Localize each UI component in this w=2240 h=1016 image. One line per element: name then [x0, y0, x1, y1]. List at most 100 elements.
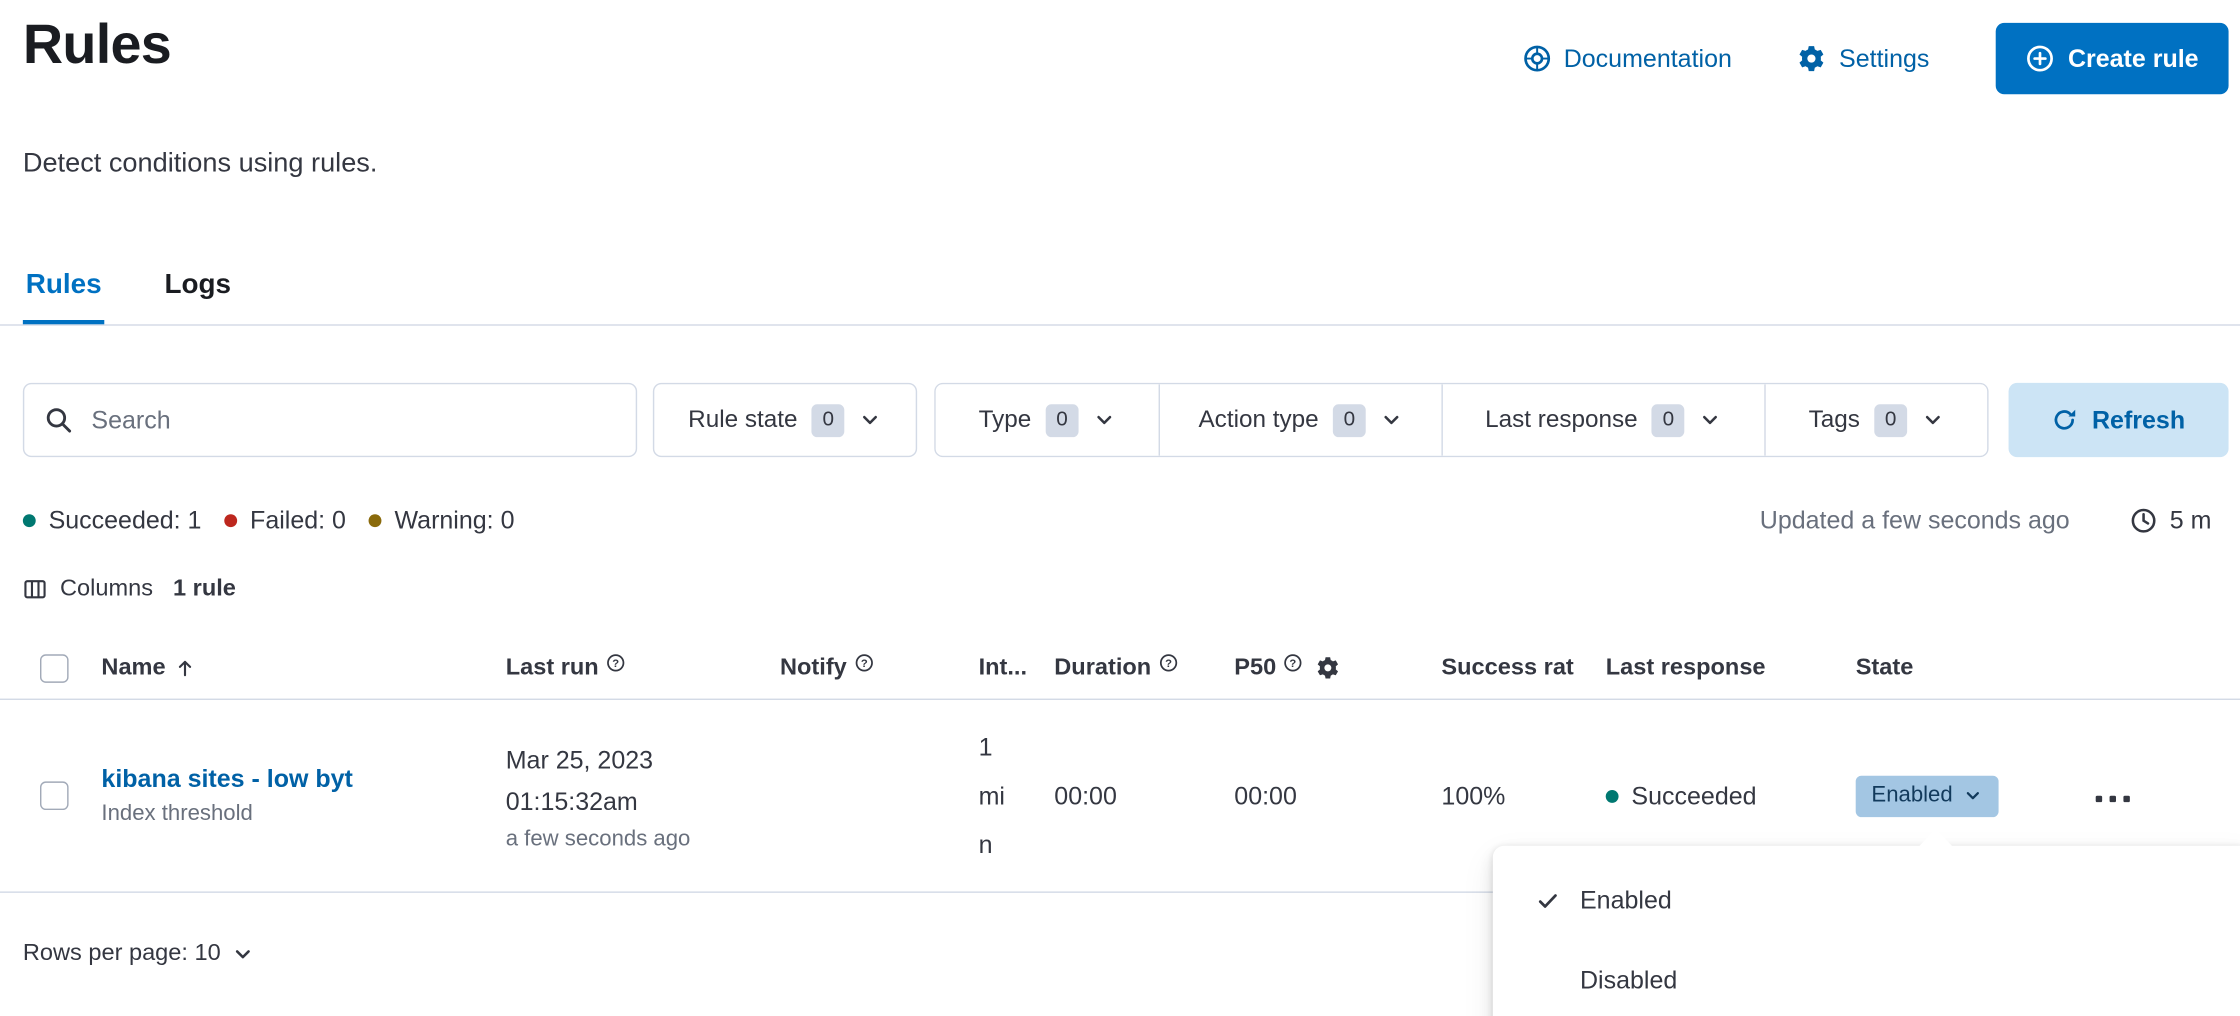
last-run-time: 01:15:32am [506, 781, 765, 822]
chevron-down-icon [1963, 786, 1983, 806]
gear-icon [1798, 44, 1827, 73]
column-header-success-rate[interactable]: Success rat [1426, 654, 1590, 681]
search-icon [44, 406, 73, 435]
filter-action-type[interactable]: Action type 0 [1159, 384, 1442, 455]
status-failed: Failed: 0 [224, 506, 346, 536]
column-header-name-label: Name [101, 654, 165, 681]
create-rule-label: Create rule [2068, 44, 2199, 74]
refresh-interval-button[interactable]: 5 m [2130, 506, 2212, 536]
filter-last-response[interactable]: Last response 0 [1441, 384, 1764, 455]
columns-label: Columns [60, 576, 153, 603]
success-rate-cell: 100% [1426, 781, 1590, 811]
sort-ascending-icon [174, 657, 195, 678]
column-header-interval-label: Int... [979, 654, 1027, 681]
name-cell: kibana sites - low byt Index threshold [86, 764, 490, 827]
columns-button[interactable]: Columns [23, 576, 153, 603]
column-header-interval[interactable]: Int... [963, 654, 1039, 681]
success-dot-icon [1606, 789, 1619, 802]
column-header-last-response[interactable]: Last response [1590, 654, 1840, 681]
interval-value: 1 min [979, 723, 1016, 869]
row-actions-button[interactable] [2094, 786, 2131, 810]
column-header-duration[interactable]: Duration [1039, 654, 1219, 681]
tab-rules[interactable]: Rules [23, 254, 105, 324]
gear-icon[interactable] [1316, 656, 1340, 680]
state-menu-item-disabled[interactable]: Disabled [1493, 940, 2240, 1016]
last-run-relative: a few seconds ago [506, 826, 765, 852]
refresh-icon [2052, 407, 2078, 433]
row-actions-cell [2041, 781, 2240, 811]
check-icon [1536, 888, 1560, 912]
row-checkbox[interactable] [40, 781, 69, 810]
chevron-down-icon [1093, 409, 1116, 432]
filter-type-count: 0 [1046, 404, 1079, 437]
page-title: Rules [23, 11, 171, 81]
column-header-success-rate-label: Success rat [1441, 654, 1573, 681]
tabs: Rules Logs [0, 254, 2240, 325]
p50-cell: 00:00 [1219, 781, 1426, 811]
page-subtitle: Detect conditions using rules. [23, 149, 378, 180]
create-rule-button[interactable]: Create rule [1995, 23, 2228, 94]
filter-group: Type 0 Action type 0 Last response 0 Tag… [934, 383, 1988, 457]
chevron-down-icon [1380, 409, 1403, 432]
question-in-circle-icon[interactable] [1158, 652, 1178, 672]
filter-rule-state-count: 0 [812, 404, 845, 437]
question-in-circle-icon[interactable] [1283, 652, 1303, 672]
rows-per-page-label: Rows per page: 10 [23, 940, 221, 967]
status-right: Updated a few seconds ago 5 m [1760, 506, 2212, 536]
question-in-circle-icon[interactable] [606, 652, 626, 672]
search-input[interactable] [91, 405, 615, 435]
chevron-down-icon [859, 409, 882, 432]
column-header-state-label: State [1856, 654, 1914, 681]
duration-cell: 00:00 [1039, 781, 1219, 811]
table-header-row: Name Last run Notify Int... Duration P50 [0, 637, 2240, 700]
state-menu-popover: Enabled Disabled [1493, 846, 2240, 1016]
state-cell: Enabled [1840, 775, 2041, 816]
filter-bar: Rule state 0 Type 0 Action type 0 Last r… [23, 383, 2229, 457]
tab-logs[interactable]: Logs [162, 254, 234, 324]
state-menu-item-enabled[interactable]: Enabled [1493, 860, 2240, 940]
column-header-name[interactable]: Name [86, 654, 490, 681]
boxes-horizontal-icon [2094, 787, 2131, 810]
filter-tags-label: Tags [1809, 406, 1860, 435]
updated-text: Updated a few seconds ago [1760, 506, 2070, 536]
filter-tags[interactable]: Tags 0 [1764, 384, 1987, 455]
warning-dot-icon [369, 514, 382, 527]
status-succeeded-label: Succeeded: 1 [49, 506, 202, 536]
refresh-label: Refresh [2092, 405, 2185, 435]
page-header: Rules Documentation Settings Create rule [23, 11, 2229, 94]
rule-name-link[interactable]: kibana sites - low byt [101, 764, 404, 794]
select-all-cell [23, 654, 86, 683]
state-badge[interactable]: Enabled [1856, 775, 1999, 816]
column-header-p50-label: P50 [1234, 654, 1276, 681]
column-header-notify[interactable]: Notify [764, 654, 963, 681]
filter-type[interactable]: Type 0 [936, 384, 1159, 455]
header-actions: Documentation Settings Create rule [1522, 23, 2228, 94]
clock-icon [2130, 507, 2157, 534]
filter-action-type-label: Action type [1198, 406, 1318, 435]
documentation-link[interactable]: Documentation [1522, 44, 1732, 74]
rule-count: 1 rule [173, 576, 236, 603]
refresh-button[interactable]: Refresh [2009, 383, 2229, 457]
rule-type: Index threshold [101, 801, 490, 827]
refresh-interval-label: 5 m [2170, 506, 2212, 536]
state-menu-enabled-label: Enabled [1580, 885, 1672, 915]
column-header-p50[interactable]: P50 [1219, 654, 1426, 681]
plus-circle-icon [2025, 44, 2054, 73]
settings-link[interactable]: Settings [1798, 44, 1930, 74]
last-run-date: Mar 25, 2023 [506, 739, 765, 780]
danger-dot-icon [224, 514, 237, 527]
status-warning: Warning: 0 [369, 506, 515, 536]
select-all-checkbox[interactable] [40, 654, 69, 683]
rows-per-page-button[interactable]: Rows per page: 10 [23, 940, 254, 967]
filter-rule-state[interactable]: Rule state 0 [653, 383, 917, 457]
column-header-state[interactable]: State [1840, 654, 2041, 681]
filter-action-type-count: 0 [1333, 404, 1366, 437]
chevron-down-icon [231, 942, 254, 965]
settings-label: Settings [1839, 44, 1929, 74]
columns-icon [23, 577, 47, 601]
last-response-value: Succeeded [1631, 781, 1756, 811]
last-response-cell: Succeeded [1590, 781, 1840, 811]
last-run-cell: Mar 25, 2023 01:15:32am a few seconds ag… [490, 739, 764, 852]
column-header-last-run[interactable]: Last run [490, 654, 764, 681]
question-in-circle-icon[interactable] [854, 652, 874, 672]
